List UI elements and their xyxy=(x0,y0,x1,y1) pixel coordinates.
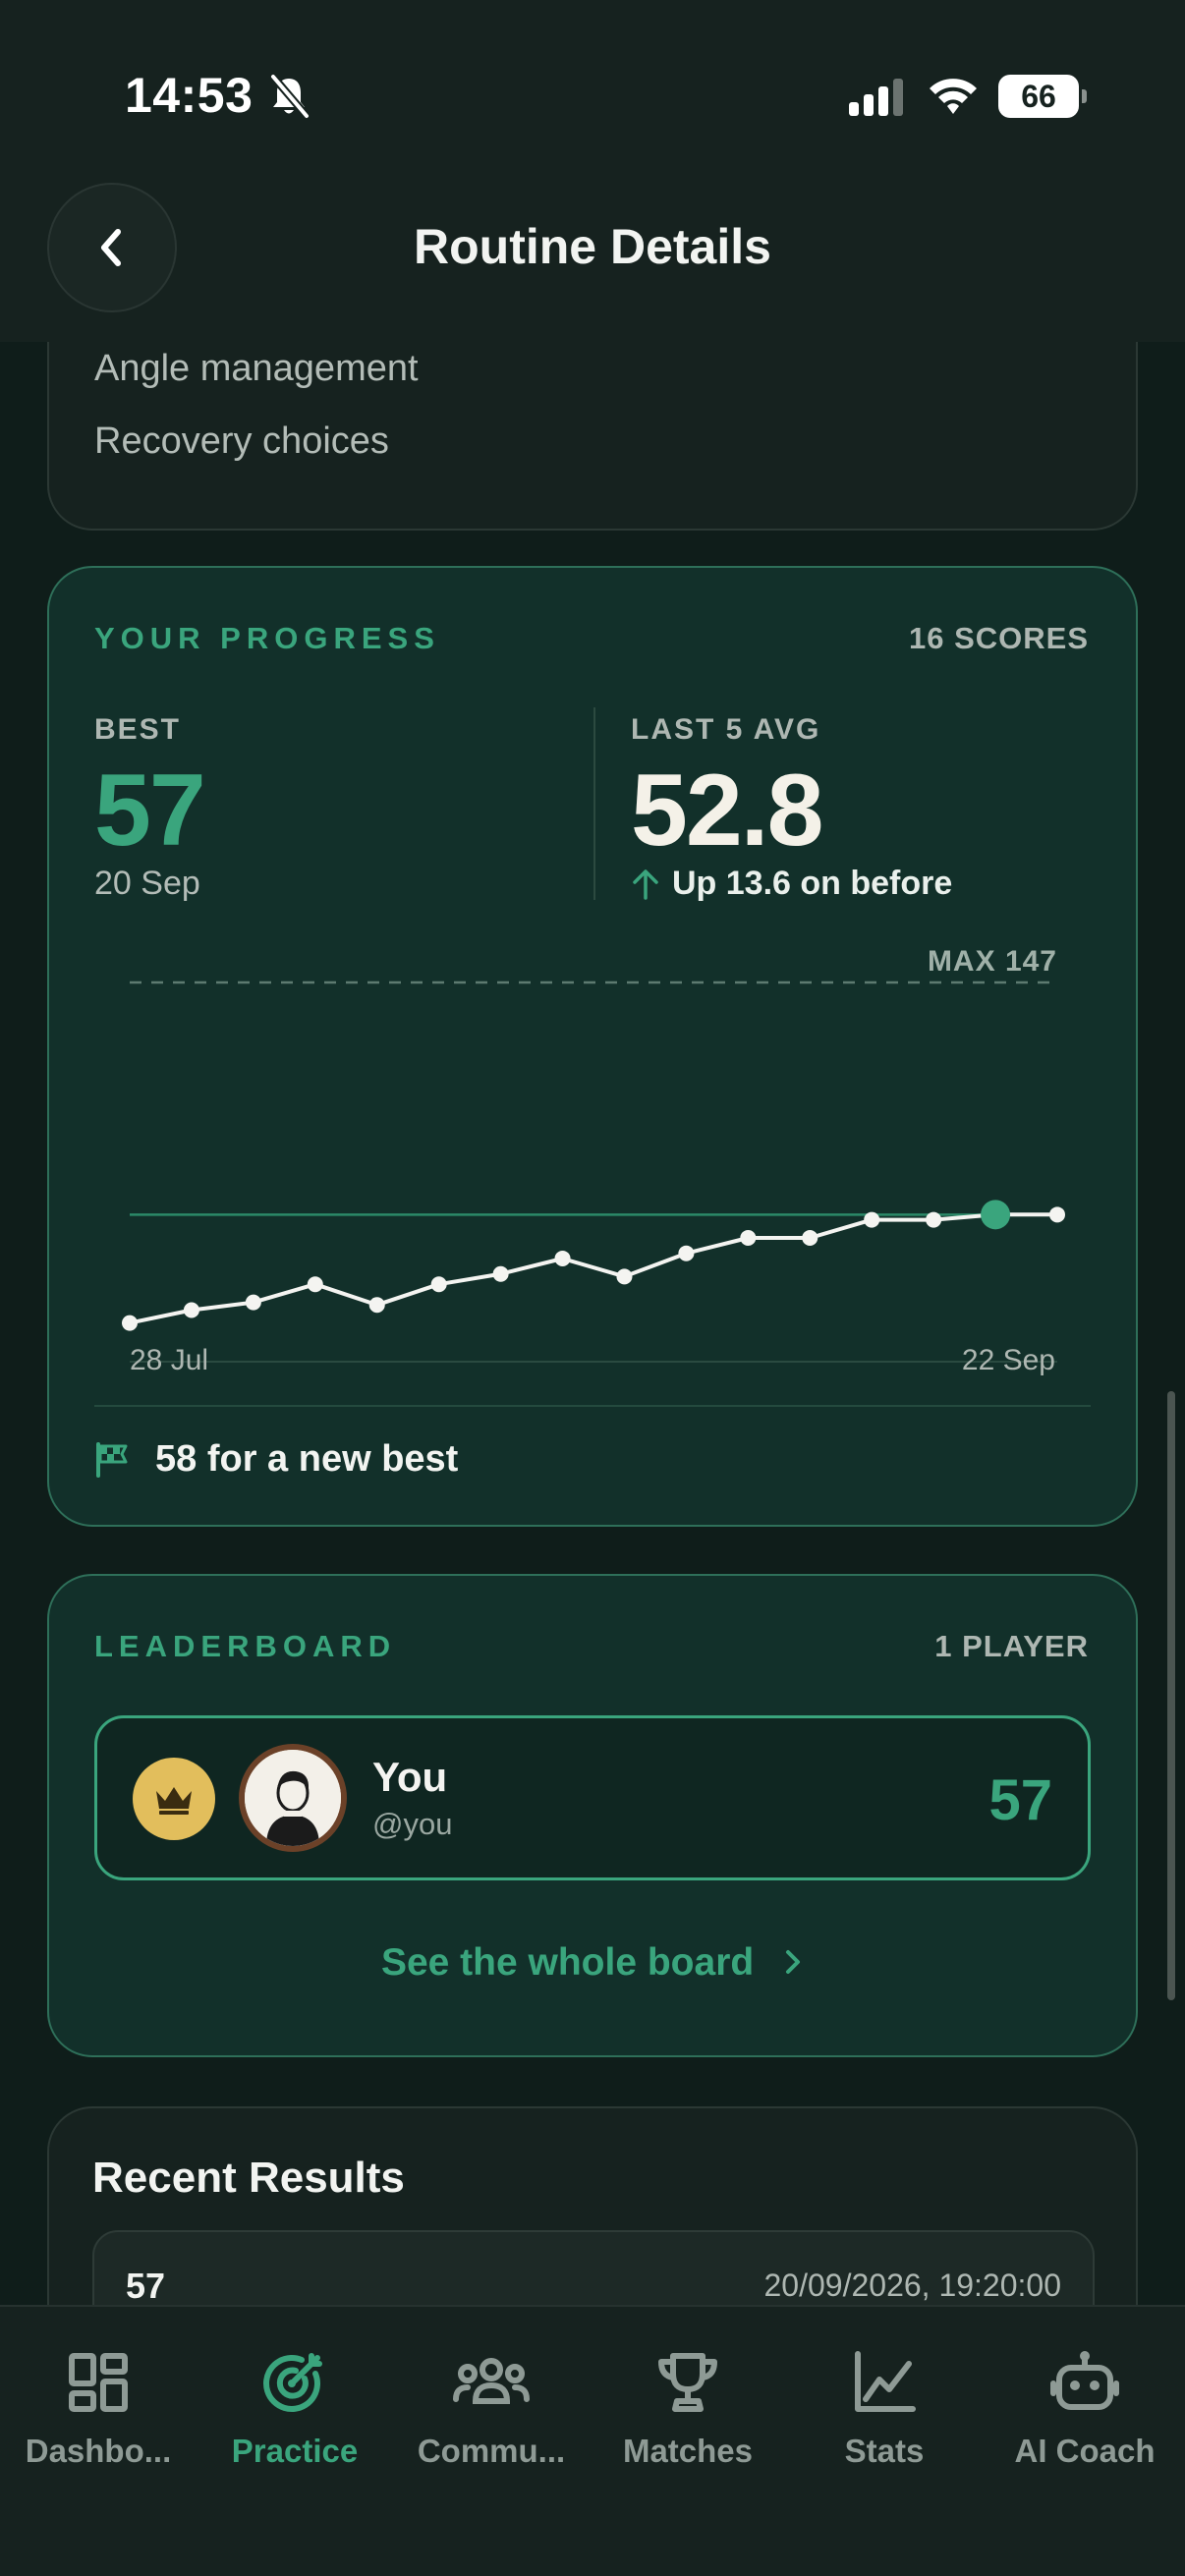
chart-point xyxy=(492,1265,509,1282)
tab-matches[interactable]: Matches xyxy=(590,2350,786,2470)
tab-dashboard[interactable]: Dashbo... xyxy=(0,2350,197,2470)
player-handle: @you xyxy=(372,1807,453,1841)
checkered-flag-icon xyxy=(96,1441,128,1478)
crown-icon xyxy=(133,1758,215,1840)
tab-community[interactable]: Commu... xyxy=(393,2350,590,2470)
progress-divider xyxy=(94,1405,1091,1407)
leaderboard-card: LEADERBOARD 1 PLAYER You @you 57 See the… xyxy=(47,1574,1138,2057)
target-icon xyxy=(263,2353,322,2412)
bell-muted-icon xyxy=(269,74,310,119)
chart-point xyxy=(926,1211,942,1228)
top-bar: 14:53 66 Routine Details xyxy=(0,0,1185,342)
dashboard-icon xyxy=(69,2353,128,2412)
progress-section-label: YOUR PROGRESS xyxy=(94,621,440,655)
tab-ai-coach[interactable]: AI Coach xyxy=(987,2350,1183,2470)
best-score: 57 xyxy=(94,754,206,868)
chart-point xyxy=(740,1229,757,1246)
tab-label: Dashbo... xyxy=(25,2433,172,2469)
chart-x-end: 22 Sep xyxy=(961,1344,1055,1376)
progress-chart: MAX 147 xyxy=(122,945,1065,1363)
see-whole-board-label: See the whole board xyxy=(380,1941,755,1984)
goal-row: 58 for a new best xyxy=(94,1438,458,1481)
chart-point xyxy=(430,1276,447,1293)
player-count: 1 PLAYER xyxy=(934,1629,1089,1663)
tab-label: Commu... xyxy=(417,2433,566,2469)
chart-point xyxy=(307,1276,323,1293)
community-icon xyxy=(453,2358,530,2404)
wifi-icon xyxy=(930,79,977,114)
leaderboard-row[interactable]: You @you 57 xyxy=(94,1715,1091,1880)
player-name: You xyxy=(372,1754,448,1800)
tab-bar: Dashbo... Practice Commu... Matches Stat… xyxy=(0,2305,1185,2576)
chart-point xyxy=(554,1250,571,1266)
status-time: 14:53 xyxy=(125,68,254,123)
result-score: 57 xyxy=(126,2266,166,2306)
robot-icon xyxy=(1050,2351,1119,2410)
chart-max-label: MAX 147 xyxy=(928,945,1057,978)
scores-count: 16 SCORES xyxy=(908,621,1089,655)
progress-card: YOUR PROGRESS 16 SCORES BEST 57 20 Sep L… xyxy=(47,566,1138,1527)
tab-label: AI Coach xyxy=(1014,2433,1156,2469)
result-date: 20/09/2026, 19:20:00 xyxy=(763,2268,1062,2303)
skill-item: Angle management xyxy=(94,348,419,389)
chart-line xyxy=(129,1212,1057,1325)
trophy-icon xyxy=(658,2353,717,2412)
chart-point xyxy=(122,1315,138,1331)
chevron-right-icon xyxy=(786,1950,801,1974)
arrow-up-icon xyxy=(633,868,658,900)
avg-change: Up 13.6 on before xyxy=(631,865,952,903)
chart-point xyxy=(183,1302,199,1318)
recent-results-title: Recent Results xyxy=(92,2154,405,2202)
page-title: Routine Details xyxy=(414,219,771,274)
avatar xyxy=(239,1744,347,1852)
best-date: 20 Sep xyxy=(94,865,200,902)
avg-change-text: Up 13.6 on before xyxy=(672,865,953,902)
skill-item: Recovery choices xyxy=(94,420,389,462)
tab-stats[interactable]: Stats xyxy=(786,2350,983,2470)
tab-label: Matches xyxy=(622,2433,754,2469)
tab-label: Practice xyxy=(231,2433,359,2469)
avg-label: LAST 5 AVG xyxy=(631,713,821,746)
chart-point xyxy=(1049,1206,1065,1223)
see-whole-board-link[interactable]: See the whole board xyxy=(49,1941,1140,1985)
tab-label: Stats xyxy=(844,2433,925,2469)
chart-x-start: 28 Jul xyxy=(130,1344,209,1376)
chart-point xyxy=(245,1294,261,1311)
goal-text: 58 for a new best xyxy=(155,1438,459,1480)
chart-point xyxy=(368,1297,385,1314)
chart-series xyxy=(122,1200,1065,1331)
chart-point xyxy=(864,1211,880,1228)
chart-point xyxy=(678,1245,695,1261)
chart-point xyxy=(616,1268,633,1285)
scrollbar[interactable] xyxy=(1167,1391,1175,2000)
leaderboard-section-label: LEADERBOARD xyxy=(94,1629,397,1663)
cellular-signal-icon xyxy=(849,79,903,116)
chart-point xyxy=(802,1229,818,1246)
player-score: 57 xyxy=(988,1768,1052,1832)
stats-divider xyxy=(593,707,595,900)
best-label: BEST xyxy=(94,713,182,746)
tab-practice[interactable]: Practice xyxy=(197,2350,393,2470)
avg-score: 52.8 xyxy=(631,754,823,868)
battery-indicator: 66 xyxy=(998,75,1087,118)
stats-icon xyxy=(855,2351,916,2412)
chart-point-highlight xyxy=(981,1200,1011,1230)
